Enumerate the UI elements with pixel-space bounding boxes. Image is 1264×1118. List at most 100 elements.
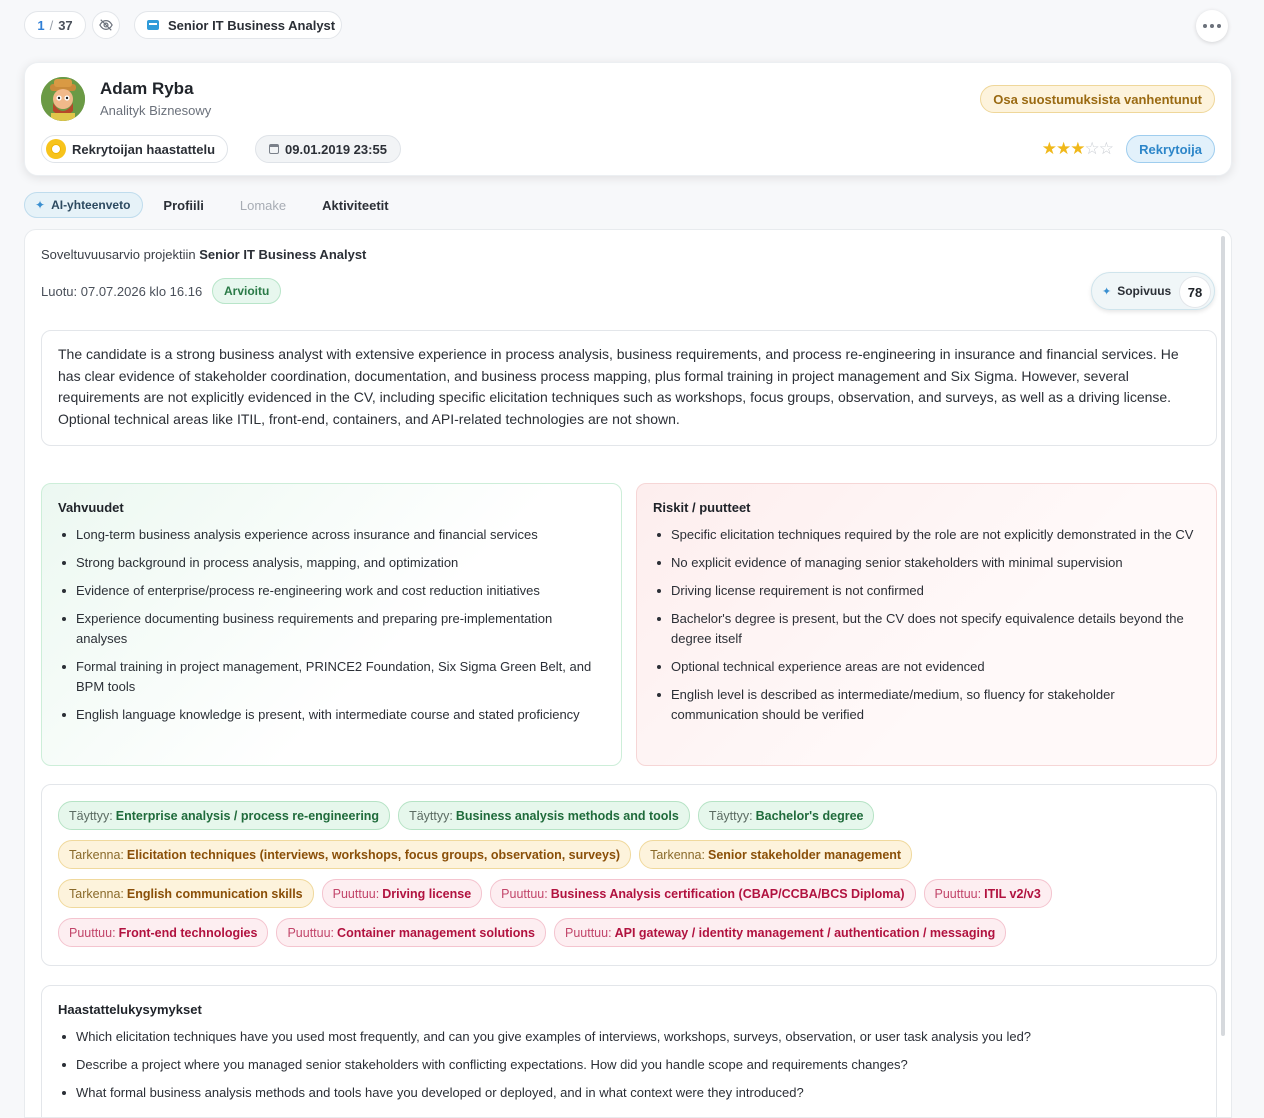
requirement-tags: Täyttyy: Enterprise analysis / process re… [41, 784, 1217, 966]
recruiter-button[interactable]: Rekrytoija [1126, 135, 1215, 163]
strength-item: Formal training in project management, P… [58, 657, 605, 697]
tab-ai-summary[interactable]: ✦ AI-yhteenveto [24, 192, 144, 218]
tab-profile[interactable]: Profiili [163, 198, 203, 213]
tag-prefix: Täyttyy: [708, 808, 753, 823]
fit-score: 78 [1180, 277, 1210, 307]
tab-form[interactable]: Lomake [240, 198, 286, 213]
requirement-tag-warn: Tarkenna: English communication skills [58, 879, 314, 908]
star-filled-icon[interactable]: ★ [1070, 139, 1085, 158]
requirement-tag-ok: Täyttyy: Enterprise analysis / process re… [58, 801, 391, 830]
risk-item: English level is described as intermedia… [653, 685, 1200, 725]
tag-prefix: Täyttyy: [409, 808, 453, 823]
star-filled-icon[interactable]: ★ [1042, 139, 1057, 158]
tag-text: Business Analysis certification (CBAP/CC… [550, 886, 905, 901]
risk-item: Specific elicitation techniques required… [653, 525, 1200, 545]
tag-text: Business analysis methods and tools [455, 808, 679, 823]
questions-list: Which elicitation techniques have you us… [58, 1027, 1200, 1103]
status-circle-icon [46, 139, 66, 159]
risks-box: Riskit / puutteet Specific elicitation t… [636, 483, 1217, 766]
strength-item: Evidence of enterprise/process re-engine… [58, 581, 605, 601]
risk-item: Optional technical experience areas are … [653, 657, 1200, 677]
project-pill[interactable]: Senior IT Business Analyst [134, 11, 342, 39]
scrollbar[interactable] [1221, 236, 1225, 1036]
requirement-tag-ok: Täyttyy: Business analysis methods and to… [398, 801, 690, 830]
strength-item: Experience documenting business requirem… [58, 609, 605, 649]
requirement-tag-miss: Puuttuu: Container management solutions [276, 918, 546, 947]
tag-text: English communication skills [126, 886, 303, 901]
counter-total: 37 [58, 17, 73, 33]
tags-row: Tarkenna: Elicitation techniques (intervi… [58, 840, 1200, 869]
interview-questions: Haastattelukysymykset Which elicitation … [41, 985, 1217, 1117]
tag-text: Senior stakeholder management [707, 847, 902, 862]
more-dot-icon [1210, 24, 1214, 28]
risk-item: No explicit evidence of managing senior … [653, 553, 1200, 573]
assessment-title-prefix: Soveltuvuusarvio projektiin [41, 247, 196, 262]
more-dot-icon [1203, 24, 1207, 28]
risks-list: Specific elicitation techniques required… [653, 525, 1200, 725]
tags-row: Puuttuu: Front-end technologies Puuttuu: Co… [58, 918, 1200, 947]
tag-prefix: Tarkenna: [69, 847, 124, 862]
requirement-tag-ok: Täyttyy: Bachelor's degree [697, 801, 875, 830]
tag-text: Bachelor's degree [755, 808, 864, 823]
tag-prefix: Puuttuu: [287, 925, 335, 940]
tags-row: Täyttyy: Enterprise analysis / process re… [58, 801, 1200, 830]
date-value: 09.01.2019 23:55 [285, 141, 387, 157]
risk-item: Driving license requirement is not confi… [653, 581, 1200, 601]
requirement-tag-miss: Puuttuu: Front-end technologies [58, 918, 269, 947]
counter-separator: / [49, 17, 54, 33]
counter-current: 1 [37, 17, 45, 33]
requirement-tag-miss: Puuttuu: ITIL v2/v3 [923, 879, 1052, 908]
hide-eye-button[interactable] [92, 11, 120, 39]
tag-text: API gateway / identity management / auth… [614, 925, 996, 940]
rating-stars[interactable]: ★★★☆☆ [1042, 139, 1114, 159]
star-empty-icon[interactable]: ☆ [1085, 139, 1100, 158]
questions-title: Haastattelukysymykset [58, 1002, 202, 1017]
tag-text: Elicitation techniques (interviews, work… [126, 847, 621, 862]
ai-summary-panel: Soveltuvuusarvio projektiin Senior IT Bu… [24, 229, 1232, 1118]
tag-prefix: Puuttuu: [934, 886, 982, 901]
strengths-list: Long-term business analysis experience a… [58, 525, 605, 725]
tag-text: ITIL v2/v3 [984, 886, 1041, 901]
stage-status-pill[interactable]: Rekrytoijan haastattelu [41, 135, 229, 163]
requirement-tag-warn: Tarkenna: Senior stakeholder management [639, 840, 913, 869]
question-item: Which elicitation techniques have you us… [58, 1027, 1200, 1047]
requirement-tag-warn: Tarkenna: Elicitation techniques (intervi… [58, 840, 632, 869]
fit-label: Sopivuus [1117, 284, 1172, 298]
created-timestamp: Luotu: 07.07.2026 klo 16.16 [41, 284, 203, 299]
requirement-tag-miss: Puuttuu: Business Analysis certification … [490, 879, 916, 908]
tag-prefix: Puuttuu: [332, 886, 380, 901]
tab-bar: ✦ AI-yhteenveto Profiili Lomake Aktivite… [24, 192, 425, 218]
assessment-project: Senior IT Business Analyst [199, 247, 367, 262]
fit-score-badge: ✦ Sopivuus 78 [1091, 272, 1215, 310]
tag-text: Driving license [382, 886, 472, 901]
star-filled-icon[interactable]: ★ [1056, 139, 1071, 158]
star-empty-icon[interactable]: ☆ [1099, 139, 1114, 158]
strength-item: Long-term business analysis experience a… [58, 525, 605, 545]
avatar-illustration-icon [41, 77, 85, 121]
sparkle-icon: ✦ [1102, 285, 1112, 298]
question-item: Describe a project where you managed sen… [58, 1055, 1200, 1075]
project-name: Senior IT Business Analyst [168, 17, 336, 33]
assessed-badge: Arvioitu [212, 278, 282, 304]
strengths-box: Vahvuudet Long-term business analysis ex… [41, 483, 622, 766]
tag-text: Enterprise analysis / process re-enginee… [115, 808, 380, 823]
tab-ai-summary-label: AI-yhteenveto [51, 198, 131, 212]
more-options-button[interactable] [1196, 10, 1228, 42]
tag-text: Front-end technologies [118, 925, 258, 940]
top-bar: 1 / 37 Senior IT Business Analyst [24, 10, 1228, 42]
more-dot-icon [1217, 24, 1221, 28]
date-pill: 09.01.2019 23:55 [255, 135, 401, 163]
requirement-tag-miss: Puuttuu: API gateway / identity managemen… [554, 918, 1007, 947]
stage-status-label: Rekrytoijan haastattelu [72, 141, 216, 157]
consent-expired-badge[interactable]: Osa suostumuksista vanhentunut [980, 85, 1215, 113]
sparkle-icon: ✦ [35, 198, 46, 212]
eye-off-icon [99, 19, 113, 31]
tab-activities[interactable]: Aktiviteetit [322, 198, 388, 213]
tag-prefix: Puuttuu: [69, 925, 116, 940]
strength-item: English language knowledge is present, w… [58, 705, 605, 725]
tags-row: Tarkenna: English communication skills Puu… [58, 879, 1200, 908]
tag-prefix: Tarkenna: [69, 886, 124, 901]
question-item: What formal business analysis methods an… [58, 1083, 1200, 1103]
tag-prefix: Tarkenna: [650, 847, 705, 862]
summary-text: The candidate is a strong business analy… [41, 330, 1217, 446]
